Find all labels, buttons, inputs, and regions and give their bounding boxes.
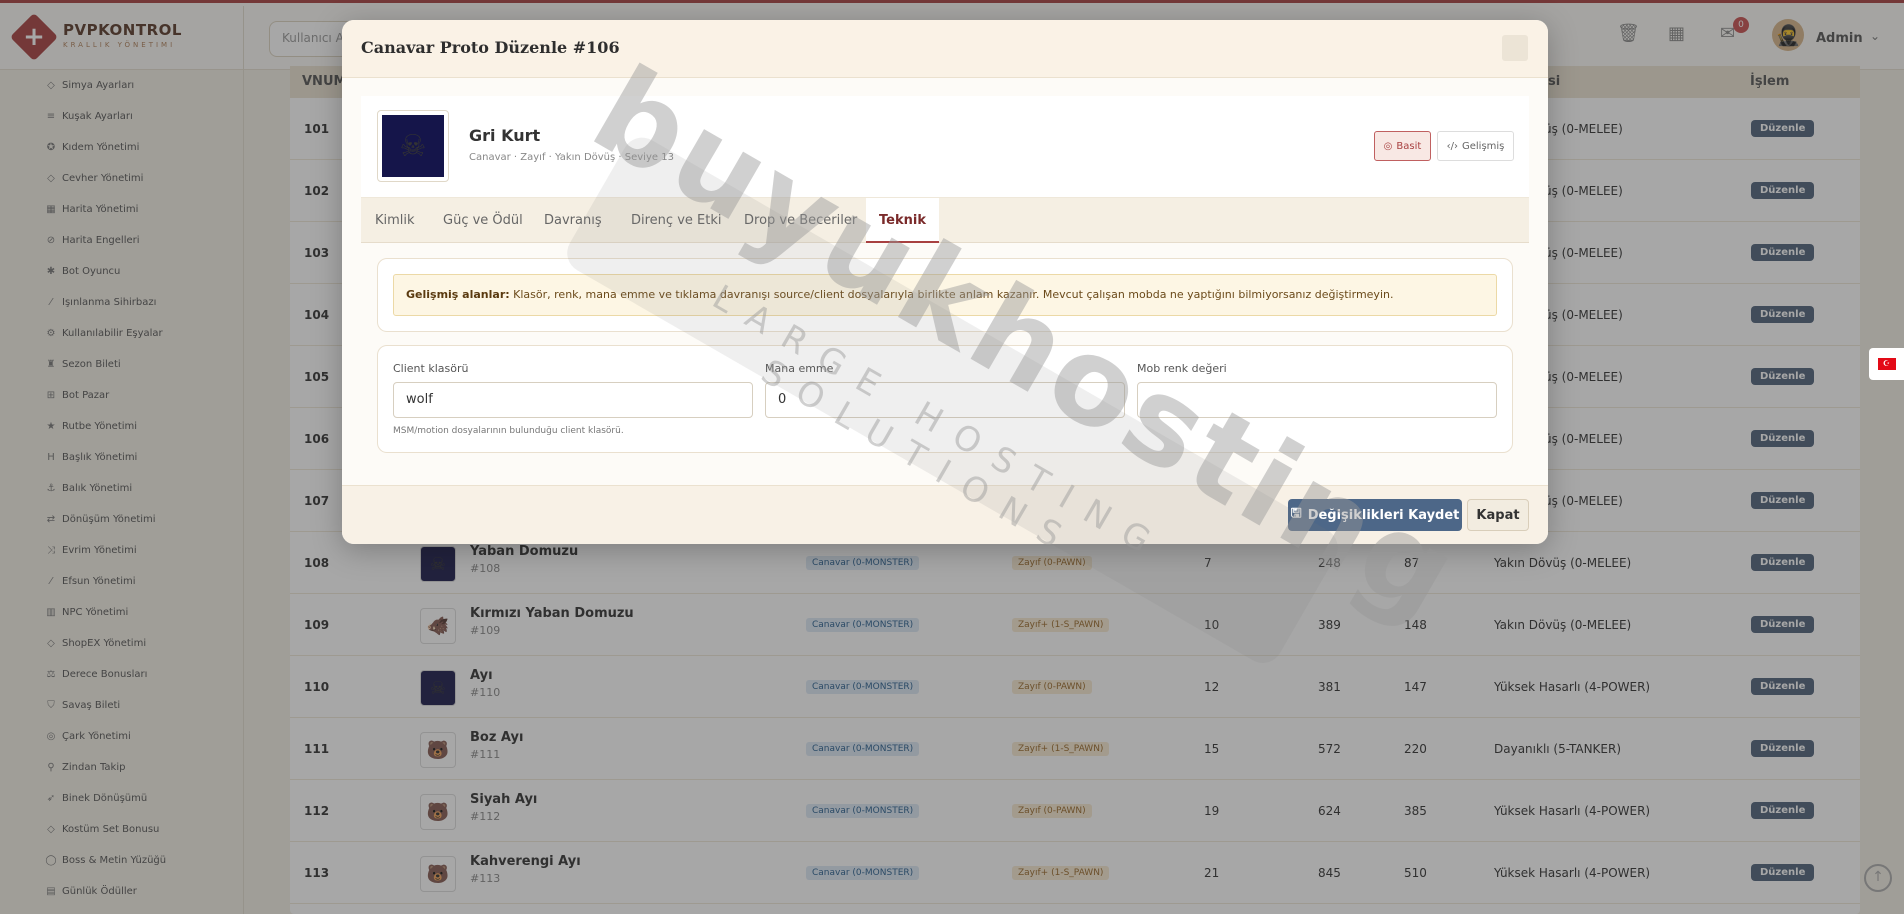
tab-davranis[interactable]: Davranış [544, 198, 602, 243]
advanced-mode-button[interactable]: ‹/› Gelişmiş [1437, 131, 1514, 161]
turkey-flag-icon: ☪ [1877, 358, 1896, 370]
close-button[interactable]: Kapat [1467, 499, 1529, 531]
client-folder-label: Client klasörü [393, 362, 469, 375]
advanced-mode-label: Gelişmiş [1461, 140, 1505, 152]
language-switch[interactable]: ☪ [1869, 348, 1904, 380]
modal-title: Canavar Proto Düzenle #106 [361, 38, 620, 57]
tab-kimlik[interactable]: Kimlik [375, 198, 415, 243]
warning-title: Gelişmiş alanlar: [406, 288, 510, 301]
modal-footer: 🖫 Değişiklikleri Kaydet Kapat [342, 485, 1548, 544]
mob-portrait: ☠ [377, 110, 449, 182]
tab-guc-ve-odul[interactable]: Güç ve Ödül [443, 198, 523, 243]
save-icon: 🖫 [1290, 506, 1302, 521]
mob-color-input[interactable] [1137, 382, 1497, 418]
mana-drain-input[interactable]: 0 [765, 382, 1125, 418]
code-icon: ‹/› [1446, 140, 1458, 152]
mob-color-label: Mob renk değeri [1137, 362, 1227, 375]
tab-direnc-ve-etki[interactable]: Direnç ve Etki [631, 198, 721, 243]
mana-drain-label: Mana emme [765, 362, 834, 375]
modal-header: Canavar Proto Düzenle #106 [342, 20, 1548, 78]
mob-summary-card: ☠ Gri Kurt Canavar · Zayıf · Yakın Dövüş… [361, 96, 1529, 198]
edit-mob-modal: Canavar Proto Düzenle #106 ☠ Gri Kurt Ca… [342, 20, 1548, 544]
advanced-warning: Gelişmiş alanlar: Klasör, renk, mana emm… [393, 274, 1497, 316]
modal-tabs: Kimlik Güç ve Ödül Davranış Direnç ve Et… [361, 198, 1529, 243]
save-label: Değişiklikleri Kaydet [1307, 507, 1460, 523]
technical-fields-card: Client klasörü wolf MSM/motion dosyaları… [377, 345, 1513, 453]
mob-meta: Canavar · Zayıf · Yakın Dövüş · Seviye 1… [469, 152, 674, 163]
tab-drop-ve-beceriler[interactable]: Drop ve Beceriler [744, 198, 857, 243]
warning-text: Klasör, renk, mana emme ve tıklama davra… [509, 288, 1394, 301]
mob-name: Gri Kurt [469, 126, 541, 145]
advanced-warning-card: Gelişmiş alanlar: Klasör, renk, mana emm… [377, 258, 1513, 332]
wolf-portrait-icon: ☠ [382, 115, 444, 177]
modal-close-button[interactable] [1502, 35, 1528, 61]
client-folder-help: MSM/motion dosyalarının bulunduğu client… [393, 426, 624, 436]
client-folder-input[interactable]: wolf [393, 382, 753, 418]
basic-mode-icon: ◎ [1383, 140, 1393, 152]
basic-mode-label: Basit [1396, 140, 1422, 152]
scroll-top-icon[interactable]: ↑ [1864, 864, 1892, 892]
tab-teknik[interactable]: Teknik [866, 198, 939, 243]
basic-mode-button[interactable]: ◎ Basit [1374, 131, 1431, 161]
save-changes-button[interactable]: 🖫 Değişiklikleri Kaydet [1288, 499, 1462, 531]
